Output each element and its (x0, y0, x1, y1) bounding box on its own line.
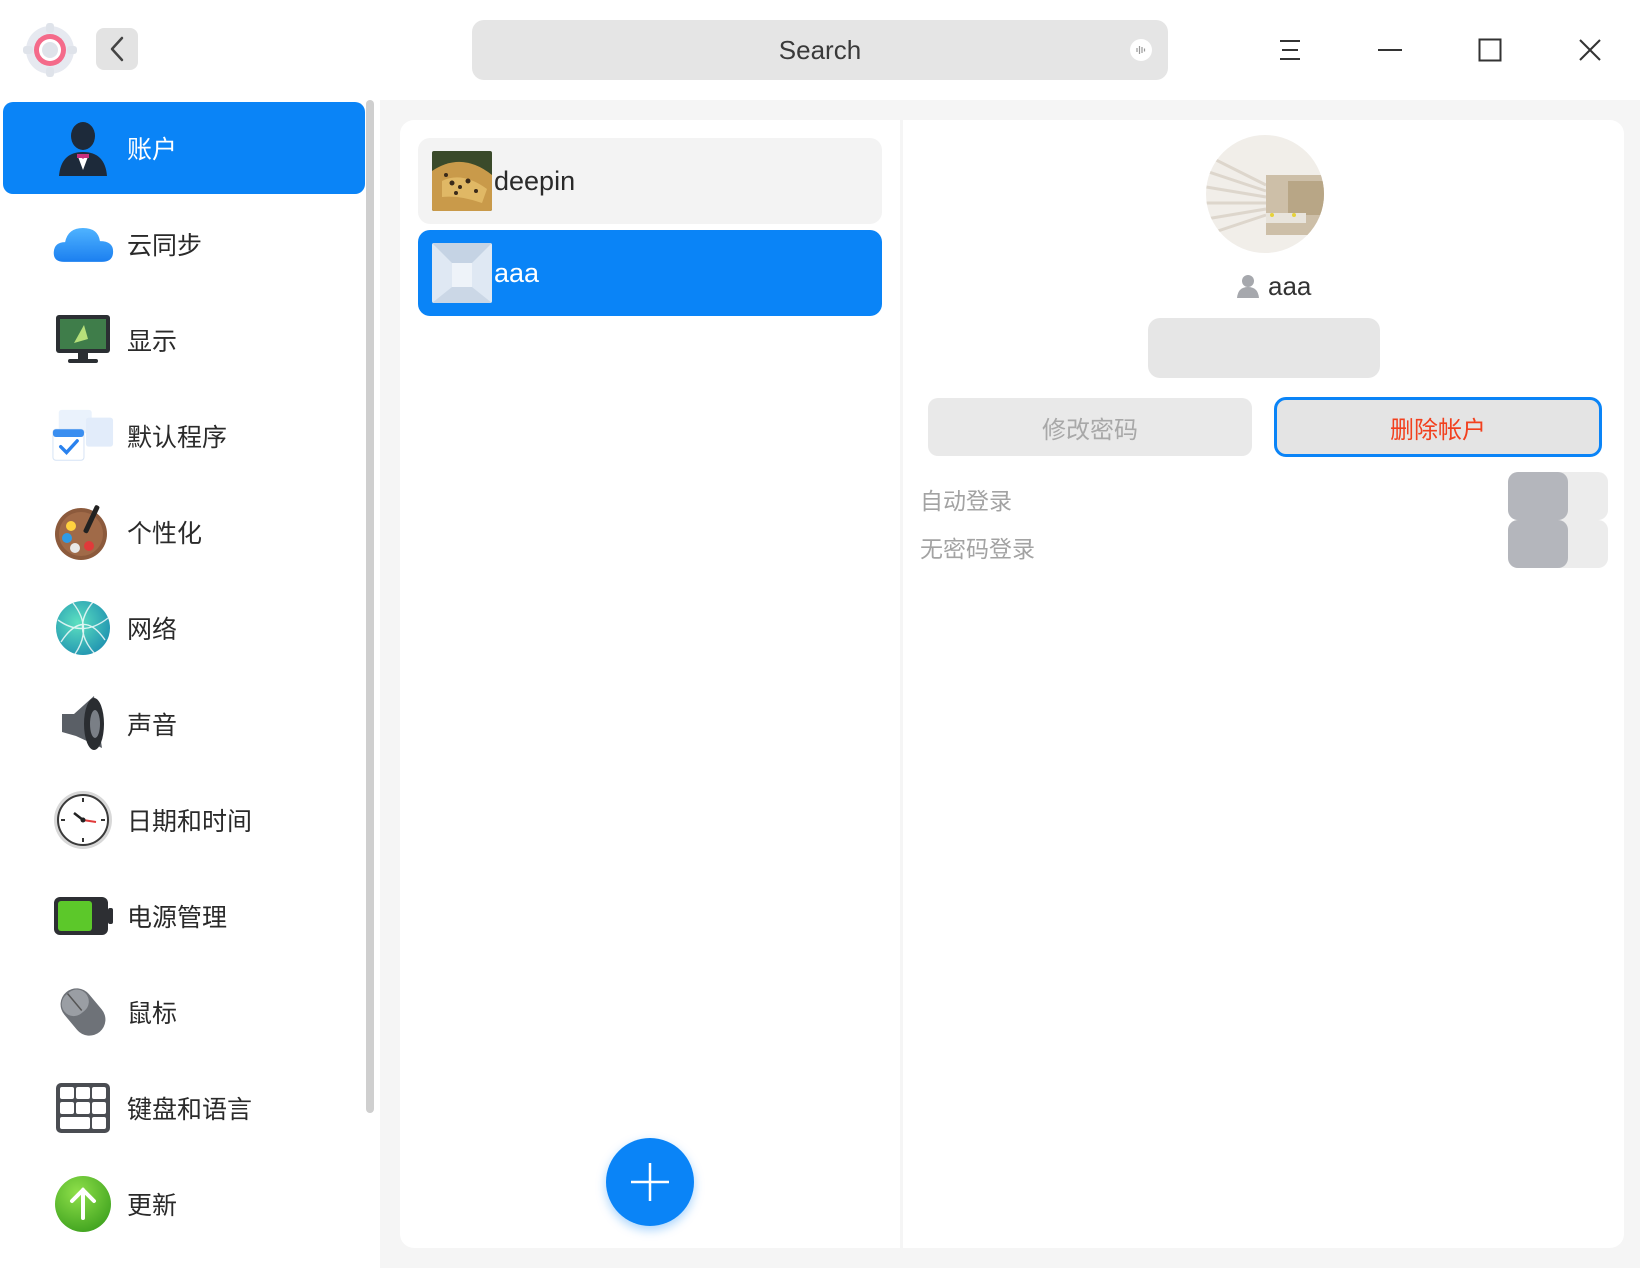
chevron-left-icon (110, 36, 124, 62)
menu-button[interactable] (1264, 24, 1316, 76)
switch-knob (1508, 472, 1568, 520)
add-account-button[interactable] (606, 1138, 694, 1226)
sidebar-item-keyboard-language[interactable]: 键盘和语言 (3, 1062, 365, 1154)
keyboard-icon (51, 1076, 115, 1140)
sidebar: 账户 云同步 显示 默认程序 个性化 网络 声音 日期和时间 电源管理 鼠标 键… (0, 100, 380, 1268)
avatar (432, 243, 492, 303)
change-password-button[interactable]: 修改密码 (928, 398, 1252, 456)
sidebar-item-label: 显示 (127, 328, 178, 356)
account-list-item-deepin[interactable]: deepin (418, 138, 882, 224)
account-name: deepin (494, 165, 576, 196)
sidebar-item-display[interactable]: 显示 (3, 294, 365, 386)
sidebar-item-label: 日期和时间 (127, 808, 253, 836)
sidebar-item-power[interactable]: 电源管理 (3, 870, 365, 962)
sidebar-item-label: 电源管理 (127, 904, 228, 932)
sidebar-item-network[interactable]: 网络 (3, 582, 365, 674)
search-placeholder: Search (778, 34, 862, 65)
sidebar-item-default-apps[interactable]: 默认程序 (3, 390, 365, 482)
title-bar: Search (0, 0, 1640, 100)
sidebar-item-accounts[interactable]: 账户 (3, 102, 365, 194)
plus-icon (631, 1163, 669, 1201)
close-button[interactable] (1564, 24, 1616, 76)
account-avatar[interactable] (1206, 135, 1324, 253)
voice-icon[interactable] (1130, 39, 1152, 61)
sidebar-item-update[interactable]: 更新 (3, 1158, 365, 1250)
full-name-field[interactable] (1148, 318, 1380, 378)
close-icon (1579, 39, 1601, 61)
sidebar-item-personalization[interactable]: 个性化 (3, 486, 365, 578)
sidebar-scrollbar[interactable] (366, 100, 374, 1113)
sidebar-item-label: 账户 (127, 136, 178, 164)
update-icon (51, 1172, 115, 1236)
sidebar-item-date-time[interactable]: 日期和时间 (3, 774, 365, 866)
sidebar-item-label: 个性化 (127, 520, 203, 548)
auto-login-switch[interactable] (1508, 472, 1608, 520)
sidebar-item-label: 更新 (127, 1192, 178, 1220)
account-username: aaa (1236, 268, 1311, 304)
sidebar-item-sound[interactable]: 声音 (3, 678, 365, 770)
sidebar-item-label: 默认程序 (127, 424, 228, 452)
switch-knob (1508, 520, 1568, 568)
clock-icon (51, 788, 115, 852)
battery-icon (51, 884, 115, 948)
mouse-icon (51, 980, 115, 1044)
sidebar-item-mouse[interactable]: 鼠标 (3, 966, 365, 1058)
avatar (432, 151, 492, 211)
default-apps-icon (51, 404, 115, 468)
back-button[interactable] (96, 28, 138, 70)
cloud-icon (51, 212, 115, 276)
display-icon (51, 308, 115, 372)
user-icon (1237, 275, 1259, 298)
maximize-button[interactable] (1464, 24, 1516, 76)
sidebar-item-cloud-sync[interactable]: 云同步 (3, 198, 365, 290)
sidebar-item-label: 网络 (127, 616, 178, 644)
search-input[interactable]: Search (472, 20, 1168, 80)
minimize-icon (1378, 49, 1402, 51)
network-icon (51, 596, 115, 660)
settings-app-icon (22, 22, 78, 78)
account-icon (51, 116, 115, 180)
maximize-icon (1478, 38, 1502, 62)
account-list-item-aaa[interactable]: aaa (418, 230, 882, 316)
palette-icon (51, 500, 115, 564)
menu-icon (1280, 40, 1300, 60)
passwordless-login-switch[interactable] (1508, 520, 1608, 568)
speaker-icon (51, 692, 115, 756)
sidebar-item-label: 云同步 (127, 232, 203, 260)
auto-login-label: 自动登录 (920, 488, 1012, 514)
sidebar-item-label: 鼠标 (127, 1000, 178, 1028)
sidebar-item-label: 键盘和语言 (127, 1096, 253, 1124)
passwordless-login-label: 无密码登录 (920, 536, 1035, 562)
sidebar-item-label: 声音 (127, 712, 178, 740)
minimize-button[interactable] (1364, 24, 1416, 76)
username-text: aaa (1268, 270, 1312, 301)
delete-account-button[interactable]: 删除帐户 (1274, 397, 1602, 457)
account-name: aaa (494, 257, 540, 288)
